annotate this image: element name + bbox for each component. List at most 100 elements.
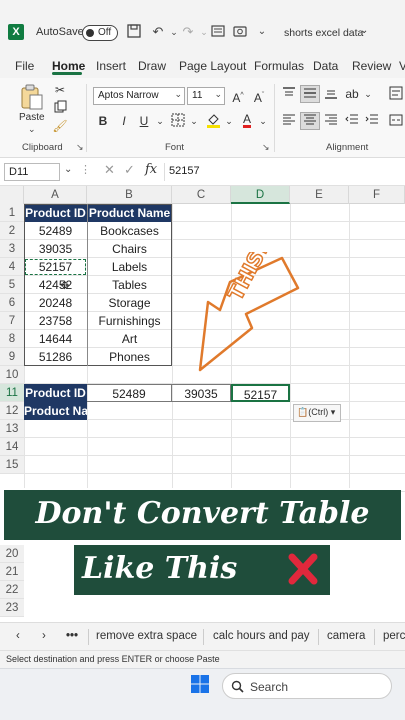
decrease-font-icon[interactable]: Aˇ <box>251 88 267 105</box>
column-header-d[interactable]: D <box>231 186 290 204</box>
save-icon[interactable] <box>126 24 142 40</box>
row-header[interactable]: 15 <box>0 456 24 474</box>
row-header[interactable]: 10 <box>0 366 24 384</box>
paste-dropdown-icon[interactable]: ⌄ <box>28 124 36 135</box>
underline-button[interactable]: U <box>136 113 152 129</box>
undo-icon[interactable]: ↶ <box>150 24 166 40</box>
table-cell[interactable]: 52489 <box>24 222 87 240</box>
name-box[interactable]: D11 <box>4 163 60 181</box>
tab-draw[interactable]: Draw <box>138 59 166 73</box>
row-header[interactable]: 11 <box>0 384 24 402</box>
table-cell[interactable]: Furnishings <box>87 312 172 330</box>
align-right-icon[interactable] <box>323 113 339 129</box>
table-cell[interactable]: 14644 <box>24 330 87 348</box>
select-all-corner[interactable] <box>0 186 24 204</box>
row-header[interactable]: 22 <box>0 581 24 599</box>
column-header-a[interactable]: A <box>24 186 87 204</box>
align-left-icon[interactable] <box>281 113 297 129</box>
form-icon[interactable] <box>210 24 226 40</box>
row-header[interactable]: 13 <box>0 420 24 438</box>
decrease-indent-icon[interactable] <box>344 113 360 129</box>
row-header[interactable]: 2 <box>0 222 24 240</box>
table-cell[interactable]: 23758 <box>24 312 87 330</box>
font-name-select[interactable]: Aptos Narrow ⌄ <box>93 87 185 105</box>
table-cell[interactable]: 51286 <box>24 348 87 366</box>
row-header[interactable]: 20 <box>0 545 24 563</box>
sheet-tab[interactable]: camera <box>327 630 365 642</box>
row-header[interactable]: 9 <box>0 348 24 366</box>
paste-button[interactable]: Paste <box>19 112 45 123</box>
increase-indent-icon[interactable] <box>364 113 380 129</box>
copy-icon[interactable] <box>52 100 68 116</box>
autosave-toggle[interactable]: Off <box>82 25 118 41</box>
orientation-icon[interactable]: ab <box>344 86 360 102</box>
align-center-icon[interactable] <box>300 112 320 130</box>
tab-review[interactable]: Review <box>352 59 391 73</box>
table-cell[interactable]: 39035 <box>24 240 87 258</box>
row-header[interactable]: 12 <box>0 402 24 420</box>
orientation-dropdown-icon[interactable]: ⌄ <box>360 86 376 102</box>
tab-formulas[interactable]: Formulas <box>254 59 304 73</box>
table-cell[interactable]: 42452 <box>24 276 87 294</box>
table-header-cell[interactable]: Product ID <box>24 204 87 222</box>
clipboard-launcher-icon[interactable]: ↘ <box>76 142 84 153</box>
align-bottom-icon[interactable] <box>323 86 339 102</box>
tab-page-layout[interactable]: Page Layout <box>179 59 246 73</box>
tab-data[interactable]: Data <box>313 59 338 73</box>
paste-icon[interactable] <box>20 84 44 110</box>
row-header[interactable]: 8 <box>0 330 24 348</box>
row-header[interactable]: 4 <box>0 258 24 276</box>
tab-view[interactable]: V <box>399 59 405 73</box>
borders-dropdown-icon[interactable]: ⌄ <box>186 113 202 129</box>
merge-center-icon[interactable] <box>388 113 404 129</box>
tab-file[interactable]: File <box>15 59 34 73</box>
table-cell[interactable]: Chairs <box>87 240 172 258</box>
name-box-dropdown-icon[interactable]: ⌄ <box>64 164 72 175</box>
table-cell[interactable]: Tables <box>87 276 172 294</box>
tab-home[interactable]: Home <box>52 59 85 73</box>
table-cell[interactable]: Phones <box>87 348 172 366</box>
camera-icon[interactable] <box>232 24 248 40</box>
enter-icon[interactable]: ✓ <box>124 162 135 178</box>
column-header-e[interactable]: E <box>290 186 349 204</box>
paste-options-button[interactable]: 📋(Ctrl) ▾ <box>293 404 341 422</box>
redo-icon[interactable]: ↷ <box>180 24 196 40</box>
formula-input[interactable]: 52157 <box>164 163 404 181</box>
row-header[interactable]: 3 <box>0 240 24 258</box>
column-header-f[interactable]: F <box>349 186 405 204</box>
font-color-dropdown-icon[interactable]: ⌄ <box>255 113 271 129</box>
taskbar-search-box[interactable]: Search <box>222 673 392 699</box>
table-cell[interactable]: Labels <box>87 258 172 276</box>
row-header[interactable]: 7 <box>0 312 24 330</box>
doc-title-chevron-icon[interactable]: ⌄ <box>360 25 368 36</box>
table-cell[interactable]: 20248 <box>24 294 87 312</box>
bold-button[interactable]: B <box>95 113 111 129</box>
font-launcher-icon[interactable]: ↘ <box>262 142 270 153</box>
format-painter-icon[interactable]: 🖌 <box>52 118 68 134</box>
more-sheets-icon[interactable]: ••• <box>66 630 78 642</box>
table-cell[interactable]: Storage <box>87 294 172 312</box>
row-header[interactable]: 6 <box>0 294 24 312</box>
row-header[interactable]: 23 <box>0 599 24 617</box>
cancel-icon[interactable]: ✕ <box>104 162 115 178</box>
copied-cell[interactable]: 52157 <box>24 258 87 276</box>
next-sheet-icon[interactable]: › <box>42 630 46 642</box>
borders-icon[interactable] <box>170 113 186 129</box>
row-header[interactable]: 21 <box>0 563 24 581</box>
fill-color-icon[interactable] <box>205 113 221 129</box>
active-cell[interactable]: 52157 <box>231 384 290 402</box>
document-title[interactable]: shorts excel data <box>284 27 363 39</box>
underline-dropdown-icon[interactable]: ⌄ <box>152 113 168 129</box>
column-header-c[interactable]: C <box>172 186 231 204</box>
prev-sheet-icon[interactable]: ‹ <box>16 630 20 642</box>
transposed-cell[interactable]: 39035 <box>172 384 231 402</box>
sheet-tab[interactable]: calc hours and pay <box>213 630 310 642</box>
sheet-tab[interactable]: perc <box>383 630 405 642</box>
row-header[interactable]: 5 <box>0 276 24 294</box>
windows-start-icon[interactable] <box>191 675 209 693</box>
row-header[interactable]: 14 <box>0 438 24 456</box>
customize-toolbar-icon[interactable]: ⌄ <box>254 24 270 40</box>
table-cell[interactable]: Bookcases <box>87 222 172 240</box>
wrap-text-icon[interactable] <box>388 86 404 102</box>
table-header-cell[interactable]: Product Name <box>87 204 172 222</box>
